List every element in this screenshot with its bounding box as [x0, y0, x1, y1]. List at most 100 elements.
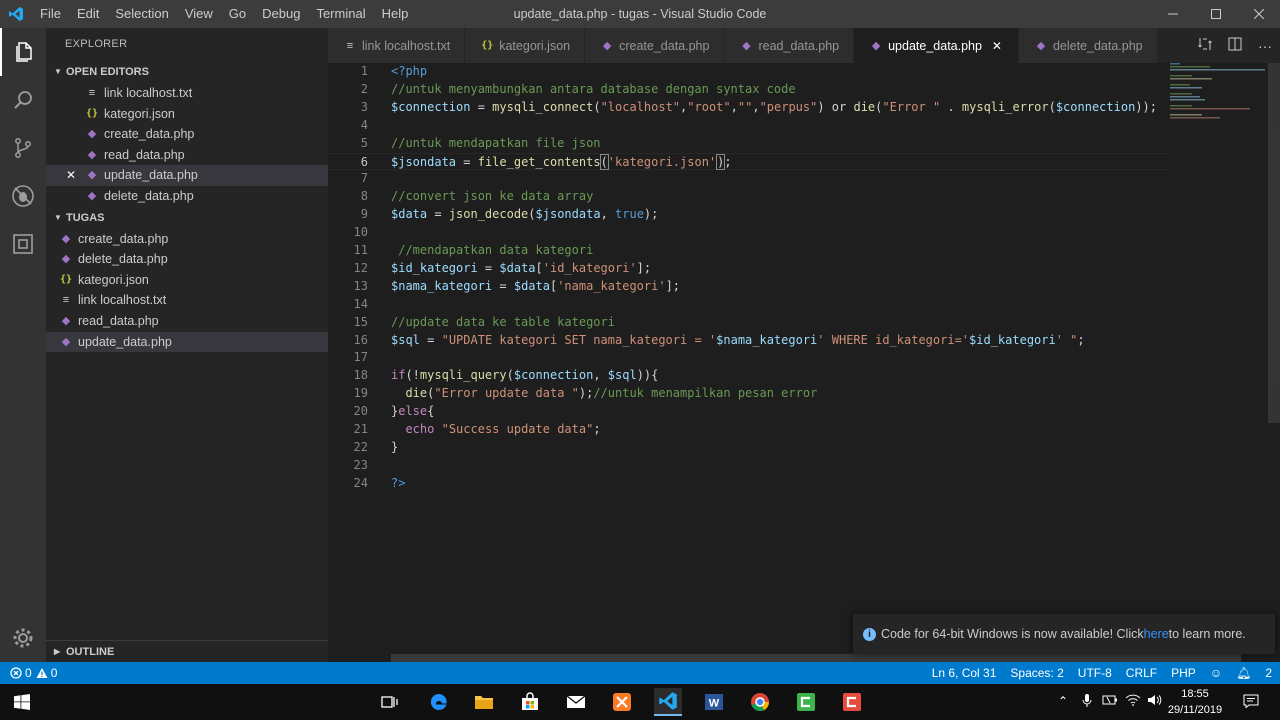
language-mode[interactable]: PHP — [1171, 666, 1196, 680]
menu-go[interactable]: Go — [221, 0, 254, 28]
edge-browser-icon[interactable] — [425, 688, 453, 716]
warning-count: 0 — [50, 666, 58, 680]
file-item[interactable]: {} kategori.json — [46, 270, 328, 291]
open-editor-item[interactable]: ◆ read_data.php — [46, 145, 328, 166]
tab-create-data[interactable]: ◆ create_data.php — [585, 28, 725, 63]
close-button[interactable] — [1237, 0, 1280, 28]
indentation[interactable]: Spaces: 2 — [1010, 666, 1063, 680]
open-editor-item[interactable]: ◆ delete_data.php — [46, 186, 328, 207]
code-line: 21 echo "Success update data"; — [328, 421, 1168, 439]
open-editors-header[interactable]: ▼ OPEN EDITORS — [46, 61, 328, 83]
line-number: 12 — [353, 260, 368, 275]
code-editor[interactable]: 1 <?php 2//untuk menyambungkan antara dat… — [328, 63, 1280, 662]
tab-link-localhost[interactable]: ≡ link localhost.txt — [328, 28, 466, 63]
wifi-icon[interactable] — [1125, 694, 1141, 709]
code-line: 14 — [328, 296, 1168, 314]
tray-chevron-up-icon[interactable]: ⌃ — [1058, 694, 1068, 708]
line-number: 5 — [360, 135, 368, 150]
line-number: 24 — [353, 475, 368, 490]
tab-delete-data[interactable]: ◆ delete_data.php — [1018, 28, 1158, 63]
file-item[interactable]: ◆ delete_data.php — [46, 249, 328, 270]
text-file-icon: ≡ — [346, 39, 354, 52]
file-item[interactable]: ◆ create_data.php — [46, 229, 328, 250]
folder-label: TUGAS — [66, 211, 105, 224]
minimap[interactable] — [1168, 63, 1268, 662]
php-file-icon: ◆ — [61, 232, 71, 245]
search-icon[interactable] — [0, 76, 46, 124]
code-line: 9 $data = json_decode($jsondata, true); — [328, 206, 1168, 224]
folder-header[interactable]: ▼ TUGAS — [46, 207, 328, 229]
code-line: 1 <?php — [328, 63, 1168, 81]
code-line: 3 $connection = mysqli_connect("localhost… — [328, 99, 1168, 117]
line-number: 21 — [353, 422, 368, 436]
clock-date: 29/11/2019 — [1167, 704, 1223, 716]
code-line-current: 6 $jsondata = file_get_contents('kategori… — [328, 152, 1168, 171]
end-of-line[interactable]: CRLF — [1126, 666, 1157, 680]
mail-icon[interactable] — [562, 688, 590, 716]
maximize-button[interactable] — [1194, 0, 1237, 28]
battery-icon[interactable] — [1102, 694, 1118, 709]
menu-help[interactable]: Help — [374, 0, 417, 28]
notifications-bell[interactable]: 🔔︎ 2 — [1236, 666, 1272, 680]
tab-read-data[interactable]: ◆ read_data.php — [724, 28, 855, 63]
cursor-position[interactable]: Ln 6, Col 31 — [932, 666, 997, 680]
open-editor-item[interactable]: ≡ link localhost.txt — [46, 83, 328, 104]
json-file-icon: {} — [85, 107, 99, 119]
explorer-icon[interactable] — [0, 28, 46, 76]
menu-edit[interactable]: Edit — [69, 0, 107, 28]
menu-selection[interactable]: Selection — [107, 0, 176, 28]
php-file-icon: ◆ — [871, 40, 881, 52]
open-editor-item[interactable]: {} kategori.json — [46, 104, 328, 125]
compare-changes-icon[interactable] — [1198, 37, 1212, 54]
xampp-icon[interactable] — [608, 688, 636, 716]
word-icon[interactable]: W — [700, 688, 728, 716]
menu-terminal[interactable]: Terminal — [308, 0, 373, 28]
tab-update-data[interactable]: ◆ update_data.php ✕ — [854, 28, 1019, 63]
split-editor-icon[interactable] — [1228, 37, 1242, 54]
outline-header[interactable]: ▶ OUTLINE — [46, 641, 328, 663]
system-clock[interactable]: 18:55 29/11/2019 — [1160, 686, 1230, 718]
microphone-icon[interactable] — [1082, 694, 1092, 711]
menu-file[interactable]: File — [32, 0, 69, 28]
encoding[interactable]: UTF-8 — [1078, 666, 1112, 680]
store-icon[interactable] — [516, 688, 544, 716]
camtasia-red-icon[interactable] — [838, 688, 866, 716]
feedback-smiley-icon[interactable]: ☺ — [1210, 666, 1222, 680]
php-file-icon: ◆ — [87, 169, 97, 182]
vscode-taskbar-icon[interactable] — [654, 688, 682, 716]
settings-gear-icon[interactable] — [0, 622, 46, 654]
error-icon — [10, 667, 22, 679]
task-view-icon[interactable] — [376, 688, 404, 716]
tab-close-icon[interactable]: ✕ — [990, 39, 1004, 53]
file-item-selected[interactable]: ◆ update_data.php — [46, 331, 328, 353]
horizontal-scrollbar[interactable] — [391, 654, 1241, 662]
chrome-icon[interactable] — [746, 688, 774, 716]
text-file-icon: ≡ — [62, 294, 70, 307]
open-editor-item[interactable]: ◆ create_data.php — [46, 124, 328, 145]
source-control-icon[interactable] — [0, 124, 46, 172]
notification-link[interactable]: here — [1144, 627, 1169, 641]
debug-icon[interactable] — [0, 172, 46, 220]
open-editor-label: kategori.json — [104, 106, 175, 121]
windows-start-icon[interactable] — [8, 688, 36, 716]
notification-text: Code for 64-bit Windows is now available… — [881, 627, 1144, 641]
file-item[interactable]: ≡ link localhost.txt — [46, 290, 328, 311]
close-icon[interactable]: ✕ — [64, 165, 78, 186]
problems-indicator[interactable]: 0 0 — [0, 666, 57, 680]
action-center-icon[interactable] — [1243, 694, 1259, 711]
camtasia-green-icon[interactable] — [792, 688, 820, 716]
file-explorer-icon[interactable] — [470, 688, 498, 716]
outline-section: ▶ OUTLINE — [46, 640, 328, 662]
open-editor-item-active[interactable]: ✕ ◆ update_data.php — [46, 165, 328, 186]
tab-kategori-json[interactable]: {} kategori.json — [465, 28, 586, 63]
open-editor-label: link localhost.txt — [104, 86, 193, 100]
line-number: 11 — [353, 243, 368, 257]
file-item[interactable]: ◆ read_data.php — [46, 311, 328, 332]
menu-view[interactable]: View — [177, 0, 221, 28]
extensions-icon[interactable] — [0, 220, 46, 268]
vertical-scrollbar[interactable] — [1268, 63, 1280, 423]
line-number: 13 — [353, 278, 368, 293]
menu-debug[interactable]: Debug — [254, 0, 308, 28]
minimize-button[interactable] — [1151, 0, 1194, 28]
more-actions-icon[interactable]: ··· — [1258, 38, 1272, 54]
